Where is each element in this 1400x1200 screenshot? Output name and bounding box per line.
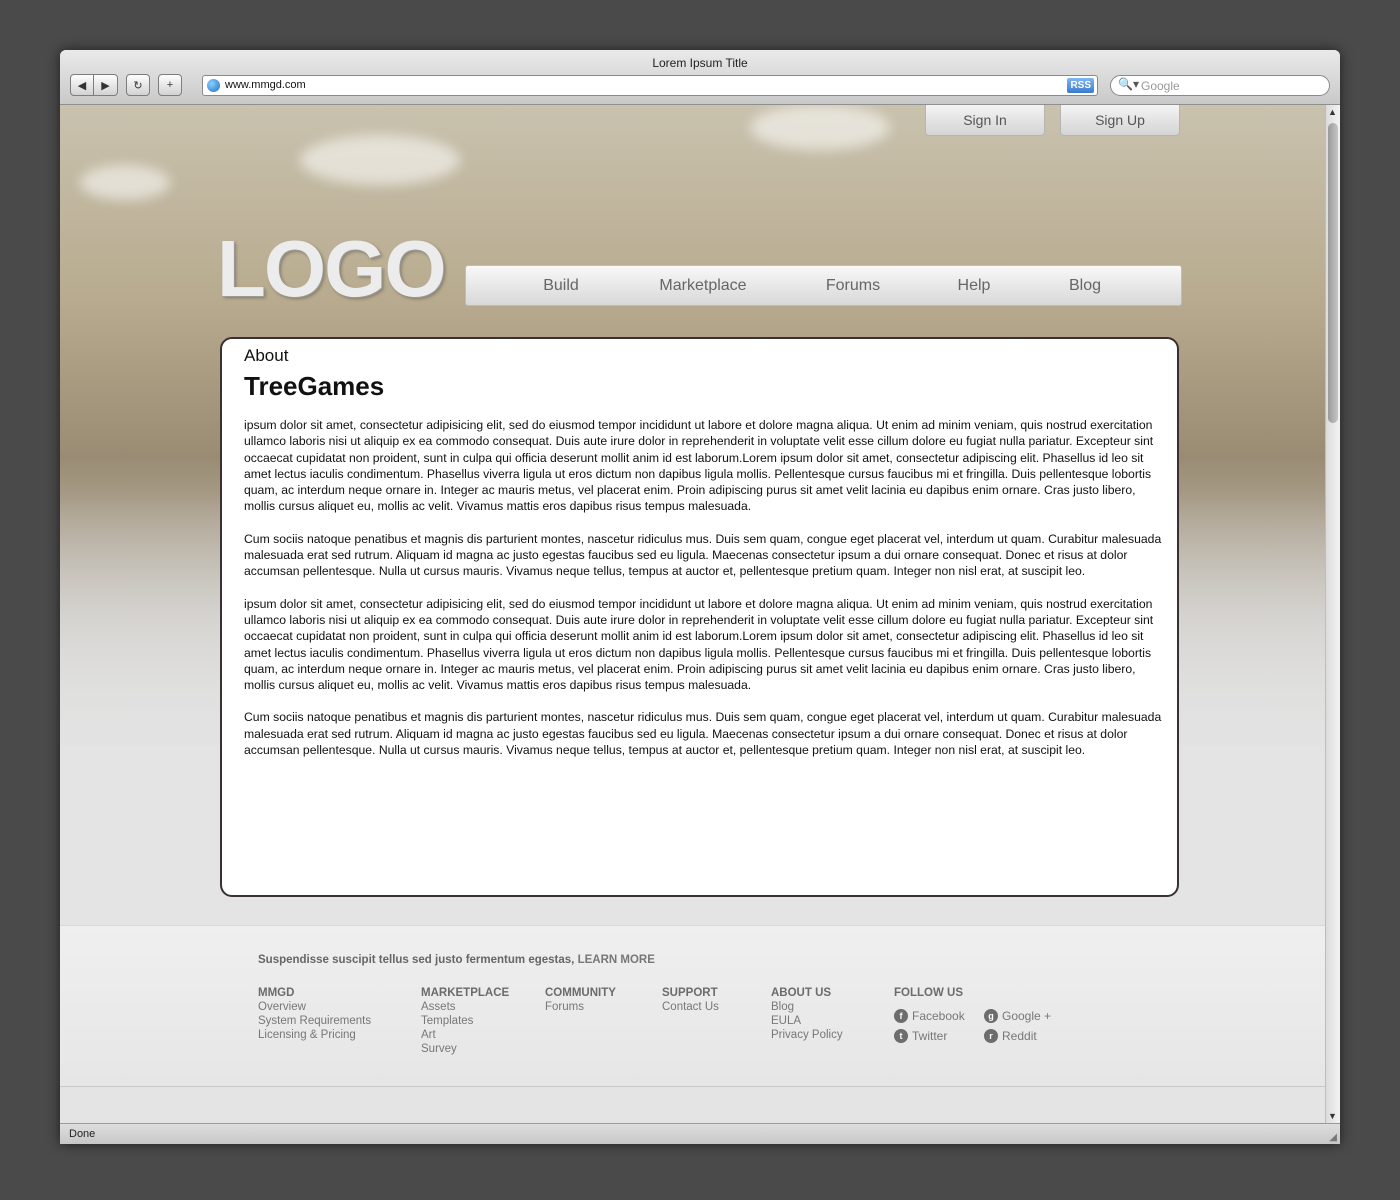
google-plus-icon: g: [984, 1009, 998, 1023]
nav-marketplace[interactable]: Marketplace: [659, 266, 746, 305]
paragraph: ipsum dolor sit amet, consectetur adipis…: [244, 418, 1154, 514]
google-plus-label: Google +: [1002, 1009, 1052, 1023]
sign-in-button[interactable]: Sign In: [925, 105, 1045, 136]
paragraph: Cum sociis natoque penatibus et magnis d…: [244, 710, 1162, 758]
footer-link-templates[interactable]: Templates: [421, 1014, 509, 1028]
twitter-label: Twitter: [912, 1029, 948, 1043]
history-buttons: ◀ ▶: [70, 74, 118, 96]
footer-column-about-us: ABOUT US Blog EULA Privacy Policy: [771, 986, 843, 1042]
footer-link-assets[interactable]: Assets: [421, 1000, 509, 1014]
site-logo[interactable]: LOGO: [217, 229, 447, 309]
content-panel: About TreeGames ipsum dolor sit amet, co…: [220, 337, 1179, 897]
footer-heading: FOLLOW US: [894, 987, 963, 999]
nav-help[interactable]: Help: [958, 266, 991, 305]
footer-link-overview[interactable]: Overview: [258, 1000, 371, 1014]
tagline-text: Suspendisse suscipit tellus sed justo fe…: [258, 954, 575, 966]
footer-column-follow-us: FOLLOW US: [894, 986, 963, 1000]
nav-blog[interactable]: Blog: [1069, 266, 1101, 305]
scroll-down-icon[interactable]: ▼: [1328, 1111, 1337, 1121]
footer-link-survey[interactable]: Survey: [421, 1042, 509, 1056]
page-title: TreeGames: [244, 371, 385, 401]
footer-link-art[interactable]: Art: [421, 1028, 509, 1042]
forward-icon: ▶: [101, 79, 110, 92]
footer-heading: SUPPORT: [662, 987, 718, 999]
page-viewport: Sign In Sign Up LOGO Build Marketplace F…: [60, 105, 1325, 1123]
plus-icon: +: [166, 79, 174, 91]
footer-heading: MMGD: [258, 987, 295, 999]
search-icon: 🔍▾: [1118, 77, 1139, 91]
status-text: Done: [69, 1128, 96, 1140]
learn-more-link[interactable]: LEARN MORE: [578, 954, 655, 966]
nav-forums[interactable]: Forums: [826, 266, 880, 305]
reload-button[interactable]: ↻: [126, 74, 150, 96]
twitter-icon: t: [894, 1029, 908, 1043]
google-plus-link[interactable]: g Google +: [984, 1009, 1051, 1023]
footer-link-blog[interactable]: Blog: [771, 1000, 843, 1014]
footer-link-eula[interactable]: EULA: [771, 1014, 843, 1028]
section-label: About: [244, 346, 289, 365]
paragraph: Cum sociis natoque penatibus et magnis d…: [244, 531, 1162, 579]
resize-grip-icon[interactable]: ◢: [1329, 1132, 1337, 1143]
facebook-label: Facebook: [912, 1009, 965, 1023]
scroll-thumb[interactable]: [1328, 123, 1338, 423]
search-input[interactable]: 🔍▾ Google: [1110, 75, 1330, 96]
facebook-link[interactable]: f Facebook: [894, 1009, 965, 1023]
back-icon: ◀: [77, 79, 87, 92]
facebook-icon: f: [894, 1009, 908, 1023]
cloud-decoration: [750, 105, 890, 150]
footer-column-community: COMMUNITY Forums: [545, 986, 616, 1014]
footer-link-system-requirements[interactable]: System Requirements: [258, 1014, 371, 1028]
sign-up-button[interactable]: Sign Up: [1060, 105, 1180, 136]
vertical-scrollbar[interactable]: ▲ ▼: [1325, 105, 1340, 1123]
nav-build[interactable]: Build: [543, 266, 579, 305]
scroll-up-icon[interactable]: ▲: [1328, 107, 1337, 117]
footer-column-mmgd: MMGD Overview System Requirements Licens…: [258, 986, 371, 1042]
footer-tagline: Suspendisse suscipit tellus sed justo fe…: [258, 954, 655, 966]
forward-button[interactable]: ▶: [94, 74, 118, 96]
reddit-label: Reddit: [1002, 1029, 1037, 1043]
status-bar: Done ◢: [60, 1123, 1340, 1144]
footer-heading: MARKETPLACE: [421, 987, 510, 999]
new-tab-button[interactable]: +: [158, 74, 182, 96]
footer-heading: COMMUNITY: [545, 987, 616, 999]
footer-heading: ABOUT US: [771, 987, 832, 999]
globe-icon: [207, 79, 220, 92]
reddit-link[interactable]: r Reddit: [984, 1029, 1037, 1043]
footer-column-marketplace: MARKETPLACE Assets Templates Art Survey: [421, 986, 509, 1056]
window-title: Lorem Ipsum Title: [652, 56, 748, 70]
footer-column-support: SUPPORT Contact Us: [662, 986, 719, 1014]
paragraph: ipsum dolor sit amet, consectetur adipis…: [244, 596, 1154, 693]
back-button[interactable]: ◀: [70, 74, 94, 96]
reddit-icon: r: [984, 1029, 998, 1043]
title-bar: Lorem Ipsum Title ◀ ▶ ↻ + www.mmgd.com R…: [60, 50, 1340, 105]
cloud-decoration: [300, 135, 460, 185]
footer-link-licensing[interactable]: Licensing & Pricing: [258, 1028, 371, 1042]
url-text: www.mmgd.com: [225, 79, 306, 91]
address-bar[interactable]: www.mmgd.com RSS: [202, 75, 1098, 96]
browser-window: Lorem Ipsum Title ◀ ▶ ↻ + www.mmgd.com R…: [60, 50, 1340, 1144]
rss-button[interactable]: RSS: [1067, 78, 1094, 93]
footer-link-privacy-policy[interactable]: Privacy Policy: [771, 1028, 843, 1042]
nav-buttons: ◀ ▶ ↻ +: [70, 74, 182, 96]
footer-link-contact-us[interactable]: Contact Us: [662, 1000, 719, 1014]
body-text: ipsum dolor sit amet, consectetur adipis…: [244, 417, 1164, 774]
main-nav: Build Marketplace Forums Help Blog: [465, 265, 1182, 306]
site-footer: Suspendisse suscipit tellus sed justo fe…: [60, 925, 1325, 1087]
cloud-decoration: [80, 165, 170, 200]
search-placeholder: Google: [1141, 79, 1180, 93]
twitter-link[interactable]: t Twitter: [894, 1029, 947, 1043]
footer-link-forums[interactable]: Forums: [545, 1000, 616, 1014]
reload-icon: ↻: [133, 79, 143, 92]
